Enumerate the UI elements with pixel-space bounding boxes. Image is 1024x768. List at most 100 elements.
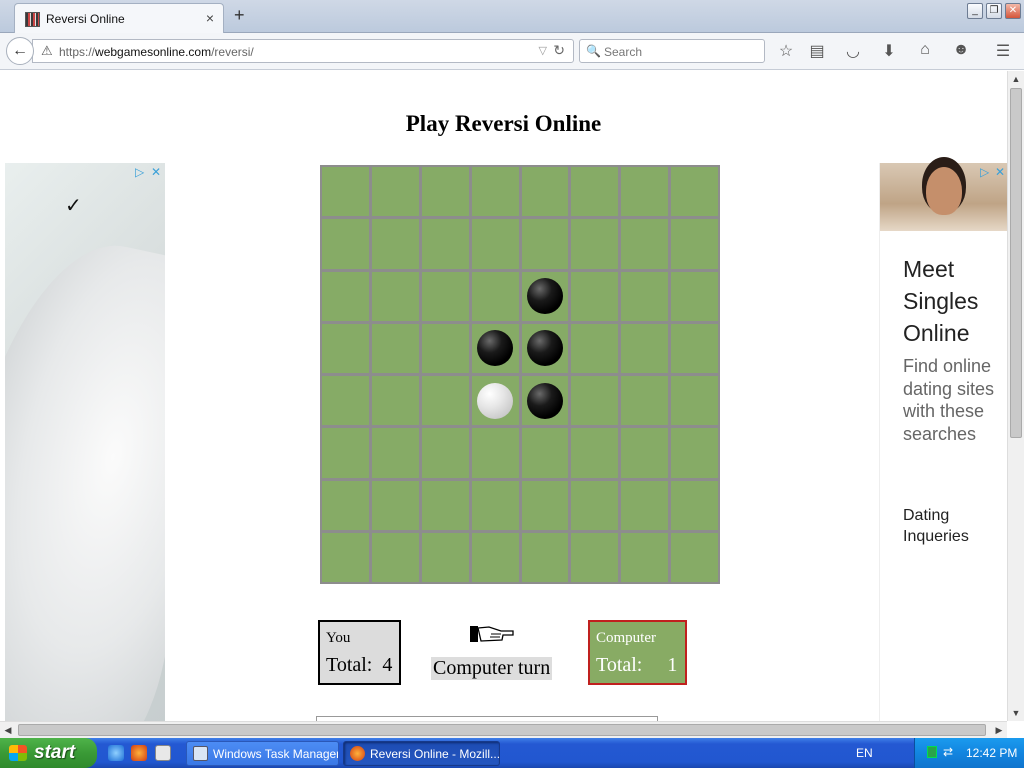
board-cell[interactable]: [621, 428, 669, 478]
board-cell[interactable]: [671, 219, 718, 269]
scroll-right-icon[interactable]: ▶: [991, 722, 1007, 738]
board-cell[interactable]: [322, 323, 369, 373]
board-cell[interactable]: [571, 323, 619, 373]
board-cell[interactable]: [521, 323, 569, 373]
board-cell[interactable]: [571, 219, 619, 269]
reversi-board[interactable]: [320, 165, 720, 584]
adchoices-icon[interactable]: ▷: [980, 165, 989, 179]
board-cell[interactable]: [421, 323, 469, 373]
board-cell[interactable]: [671, 480, 718, 530]
new-tab-button[interactable]: +: [234, 5, 245, 26]
ad-cta-link[interactable]: Dating Inqueries: [903, 505, 1003, 547]
board-cell[interactable]: [671, 271, 718, 321]
board-cell[interactable]: [521, 480, 569, 530]
vertical-scroll-thumb[interactable]: [1010, 88, 1022, 438]
board-cell[interactable]: [421, 532, 469, 582]
url-text[interactable]: https://webgamesonline.com/reversi/: [59, 45, 254, 59]
board-cell[interactable]: [671, 167, 718, 217]
tab-close-icon[interactable]: ×: [206, 10, 214, 26]
back-button[interactable]: ←: [6, 37, 34, 65]
right-ad[interactable]: ▷ ✕ Meet Singles Online Find online dati…: [879, 163, 1007, 721]
board-cell[interactable]: [471, 323, 519, 373]
chat-icon[interactable]: ☻: [951, 41, 971, 59]
board-cell[interactable]: [571, 532, 619, 582]
pocket-icon[interactable]: ◡: [843, 41, 863, 61]
board-cell[interactable]: [322, 376, 369, 426]
board-cell[interactable]: [521, 167, 569, 217]
board-cell[interactable]: [671, 323, 718, 373]
ie-quicklaunch-icon[interactable]: [108, 745, 124, 761]
board-cell[interactable]: [322, 219, 369, 269]
home-icon[interactable]: ⌂: [915, 41, 935, 59]
ad-body[interactable]: Find online dating sites with these sear…: [903, 355, 1003, 445]
board-cell[interactable]: [621, 532, 669, 582]
board-cell[interactable]: [371, 219, 419, 269]
board-cell[interactable]: [621, 323, 669, 373]
board-cell[interactable]: [371, 480, 419, 530]
left-ad[interactable]: ✓ ▷ ✕: [5, 163, 165, 721]
url-bar[interactable]: ⚠ https://webgamesonline.com/reversi/ ▽ …: [32, 39, 574, 63]
board-cell[interactable]: [371, 323, 419, 373]
board-cell[interactable]: [521, 428, 569, 478]
board-cell[interactable]: [621, 480, 669, 530]
firefox-quicklaunch-icon[interactable]: [131, 745, 147, 761]
ad-headline[interactable]: Meet Singles Online: [903, 253, 1003, 349]
minimize-button[interactable]: _: [967, 3, 983, 19]
board-cell[interactable]: [471, 376, 519, 426]
board-cell[interactable]: [671, 428, 718, 478]
board-cell[interactable]: [471, 271, 519, 321]
horizontal-scroll-thumb[interactable]: [18, 724, 986, 736]
board-cell[interactable]: [421, 271, 469, 321]
board-cell[interactable]: [521, 532, 569, 582]
horizontal-scrollbar[interactable]: ◀ ▶: [0, 721, 1007, 738]
vertical-scrollbar[interactable]: ▲ ▼: [1007, 71, 1024, 721]
board-cell[interactable]: [521, 376, 569, 426]
board-cell[interactable]: [571, 271, 619, 321]
board-cell[interactable]: [371, 167, 419, 217]
board-cell[interactable]: [471, 428, 519, 478]
window-close-button[interactable]: ✕: [1005, 3, 1021, 19]
board-cell[interactable]: [471, 480, 519, 530]
adchoices-icon[interactable]: ▷: [135, 165, 144, 179]
tab-reversi[interactable]: Reversi Online ×: [14, 3, 224, 33]
task-windows-task-manager[interactable]: Windows Task Manager: [186, 741, 339, 766]
board-cell[interactable]: [621, 167, 669, 217]
task-reversi-firefox[interactable]: Reversi Online - Mozill...: [343, 741, 500, 766]
tray-app-icon[interactable]: [927, 746, 937, 758]
bookmark-star-icon[interactable]: ☆: [776, 41, 796, 61]
board-cell[interactable]: [371, 532, 419, 582]
menu-icon[interactable]: ☰: [993, 41, 1013, 61]
reload-icon[interactable]: ↻: [553, 42, 565, 59]
board-cell[interactable]: [371, 376, 419, 426]
board-cell[interactable]: [421, 480, 469, 530]
board-cell[interactable]: [571, 480, 619, 530]
ad-close-icon[interactable]: ✕: [151, 165, 161, 179]
warning-icon[interactable]: ⚠: [41, 43, 53, 59]
language-indicator[interactable]: EN: [856, 746, 873, 760]
board-cell[interactable]: [322, 532, 369, 582]
board-cell[interactable]: [421, 428, 469, 478]
search-input[interactable]: 🔍 Search: [579, 39, 765, 63]
app-quicklaunch-icon[interactable]: [155, 745, 171, 761]
board-cell[interactable]: [671, 532, 718, 582]
board-cell[interactable]: [571, 167, 619, 217]
board-cell[interactable]: [671, 376, 718, 426]
board-cell[interactable]: [621, 219, 669, 269]
board-cell[interactable]: [371, 271, 419, 321]
board-cell[interactable]: [621, 271, 669, 321]
board-cell[interactable]: [322, 167, 369, 217]
network-icon[interactable]: ⇄: [943, 745, 957, 759]
board-cell[interactable]: [322, 271, 369, 321]
board-cell[interactable]: [571, 428, 619, 478]
board-cell[interactable]: [471, 167, 519, 217]
board-cell[interactable]: [371, 428, 419, 478]
board-cell[interactable]: [571, 376, 619, 426]
board-cell[interactable]: [471, 219, 519, 269]
scroll-left-icon[interactable]: ◀: [0, 722, 16, 738]
board-cell[interactable]: [621, 376, 669, 426]
reading-list-icon[interactable]: ▤: [807, 41, 827, 61]
start-button[interactable]: start: [0, 738, 97, 768]
board-cell[interactable]: [521, 271, 569, 321]
board-cell[interactable]: [421, 376, 469, 426]
download-icon[interactable]: ⬇: [879, 41, 899, 61]
